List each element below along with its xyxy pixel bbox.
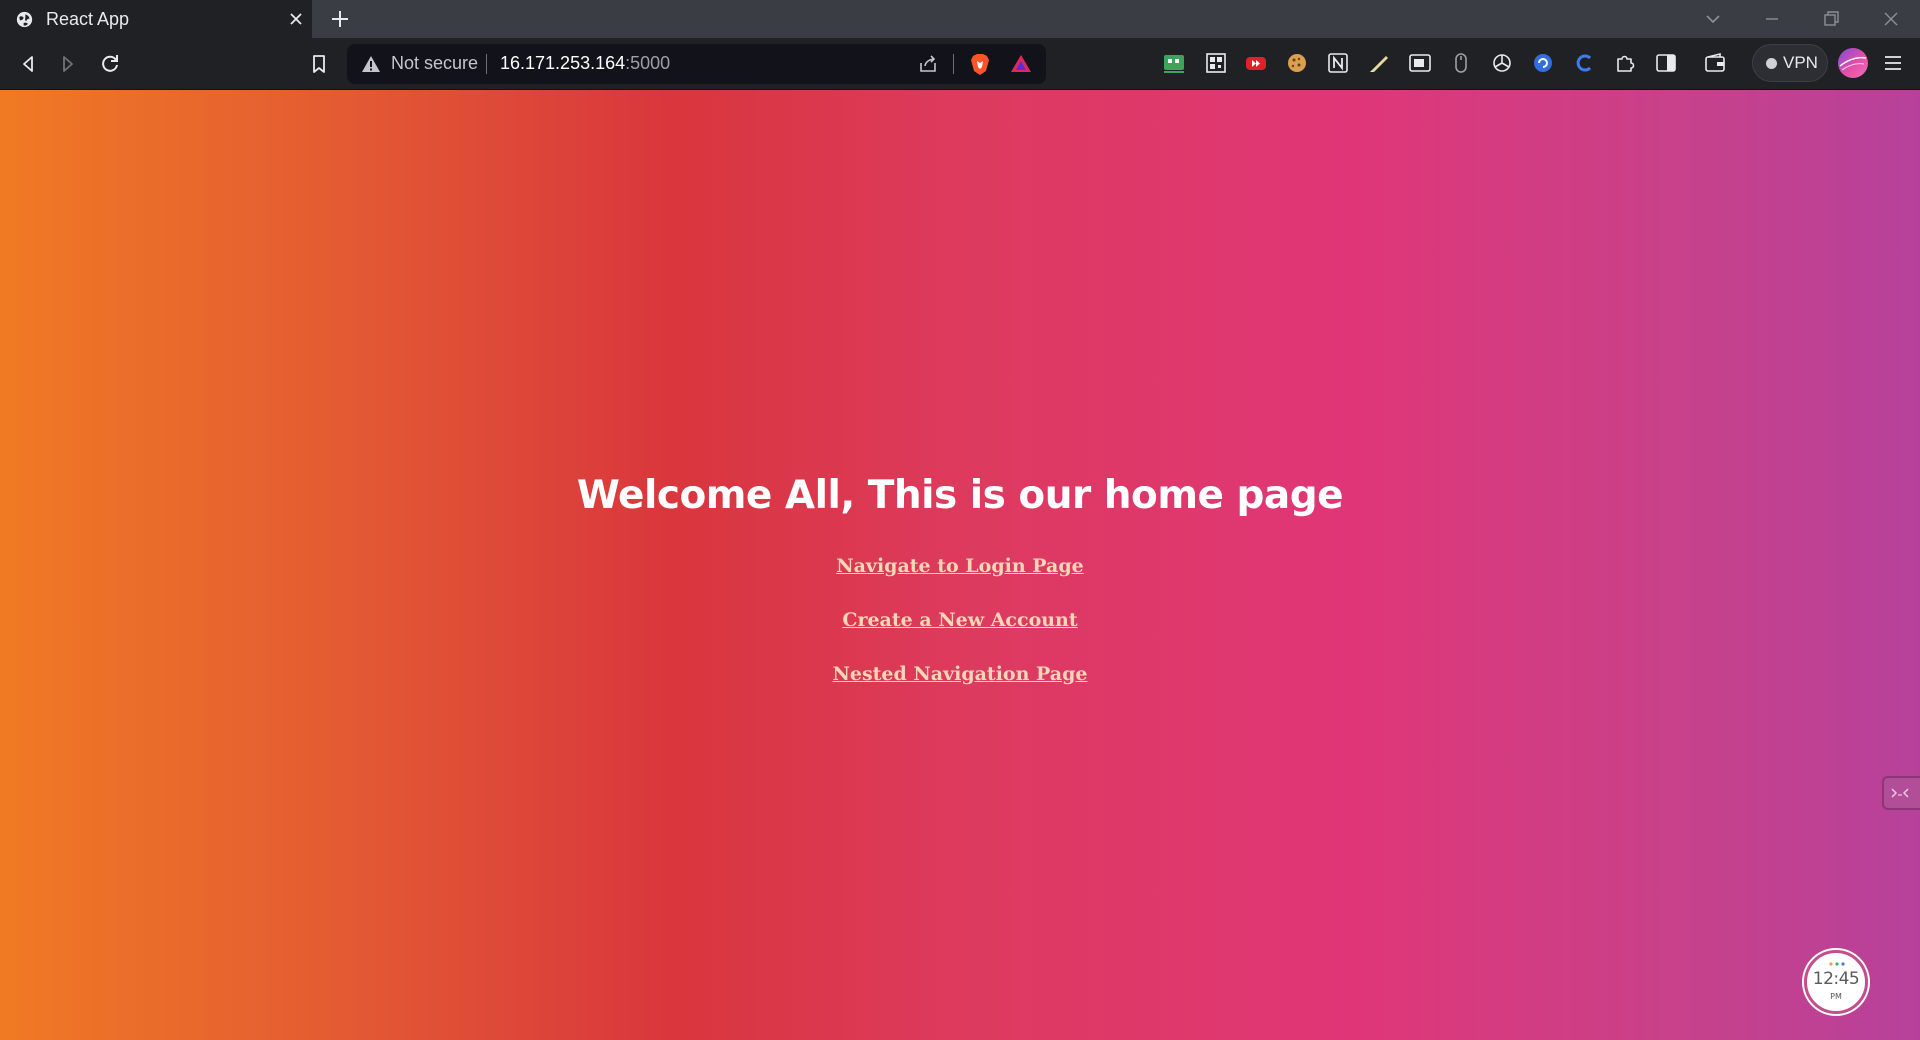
- brave-shields-icon[interactable]: [967, 51, 993, 77]
- mouse-icon[interactable]: [1448, 50, 1474, 76]
- clock-time: 12:45: [1812, 969, 1860, 989]
- expand-arrows-icon: [1891, 788, 1909, 798]
- forward-icon[interactable]: [54, 50, 82, 78]
- highlighter-icon[interactable]: [1366, 50, 1392, 76]
- clock-widget[interactable]: 12:45 PM: [1804, 950, 1868, 1014]
- bookmark-icon[interactable]: [305, 50, 333, 78]
- tab-strip: React App: [0, 0, 1920, 38]
- clock-dots-icon: [1829, 962, 1845, 966]
- avatar-art-icon: [1839, 56, 1867, 71]
- page-heading: Welcome All, This is our home page: [576, 473, 1344, 518]
- tab-title: React App: [46, 9, 130, 29]
- browser-toolbar: Not secure 16.171.253.164:5000 VPN: [0, 38, 1920, 90]
- restore-icon[interactable]: [1818, 6, 1844, 32]
- wallet-icon[interactable]: [1702, 50, 1728, 76]
- sidebar-toggle-icon[interactable]: [1653, 50, 1679, 76]
- extension-chat-icon[interactable]: [1161, 50, 1187, 76]
- minimize-icon[interactable]: [1759, 6, 1785, 32]
- extension-c-icon[interactable]: [1571, 50, 1597, 76]
- vpn-button[interactable]: VPN: [1752, 44, 1828, 82]
- menu-hamburger-icon[interactable]: [1880, 50, 1906, 76]
- signup-link-row: Create a New Account: [0, 609, 1920, 631]
- profile-avatar[interactable]: [1838, 48, 1868, 78]
- close-window-icon[interactable]: [1878, 6, 1904, 32]
- security-status[interactable]: Not secure: [391, 53, 478, 74]
- omnibox-divider: [486, 54, 487, 74]
- share-icon[interactable]: [917, 53, 939, 75]
- reload-icon[interactable]: [96, 50, 124, 78]
- warning-icon[interactable]: [361, 54, 381, 74]
- back-icon[interactable]: [14, 50, 42, 78]
- nested-navigation-link[interactable]: Nested Navigation Page: [832, 663, 1087, 685]
- vpn-status-dot-icon: [1766, 58, 1777, 69]
- globe-icon: [16, 11, 33, 28]
- vpn-label: VPN: [1783, 53, 1818, 72]
- create-account-link[interactable]: Create a New Account: [842, 609, 1077, 631]
- qr-code-icon[interactable]: [1203, 50, 1229, 76]
- tab-search-chevron-icon[interactable]: [1700, 6, 1726, 32]
- login-link-row: Navigate to Login Page: [0, 555, 1920, 577]
- home-page: Welcome All, This is our home page Navig…: [0, 90, 1920, 1040]
- page-viewport: Welcome All, This is our home page Navig…: [0, 90, 1920, 1040]
- extensions-puzzle-icon[interactable]: [1612, 50, 1638, 76]
- side-tab-widget[interactable]: [1882, 776, 1920, 810]
- picture-in-picture-icon[interactable]: [1407, 50, 1433, 76]
- navigate-login-link[interactable]: Navigate to Login Page: [836, 555, 1084, 577]
- brave-rewards-icon[interactable]: [1009, 52, 1033, 76]
- omnibox-divider-2: [953, 54, 954, 74]
- url-host: 16.171.253.164: [500, 53, 626, 73]
- openai-icon[interactable]: [1489, 50, 1515, 76]
- nested-link-row: Nested Navigation Page: [0, 663, 1920, 685]
- browser-tab[interactable]: React App: [0, 0, 312, 38]
- close-icon[interactable]: [286, 9, 306, 29]
- video-extension-icon[interactable]: [1243, 50, 1269, 76]
- address-bar[interactable]: Not secure 16.171.253.164:5000: [347, 44, 1046, 84]
- cookie-icon[interactable]: [1284, 50, 1310, 76]
- clock-ampm: PM: [1830, 992, 1842, 1001]
- notion-icon[interactable]: [1325, 50, 1351, 76]
- url-text[interactable]: 16.171.253.164:5000: [500, 53, 670, 74]
- new-tab-icon[interactable]: [328, 7, 352, 31]
- extension-blue-circle-icon[interactable]: [1530, 50, 1556, 76]
- url-port: :5000: [625, 53, 671, 73]
